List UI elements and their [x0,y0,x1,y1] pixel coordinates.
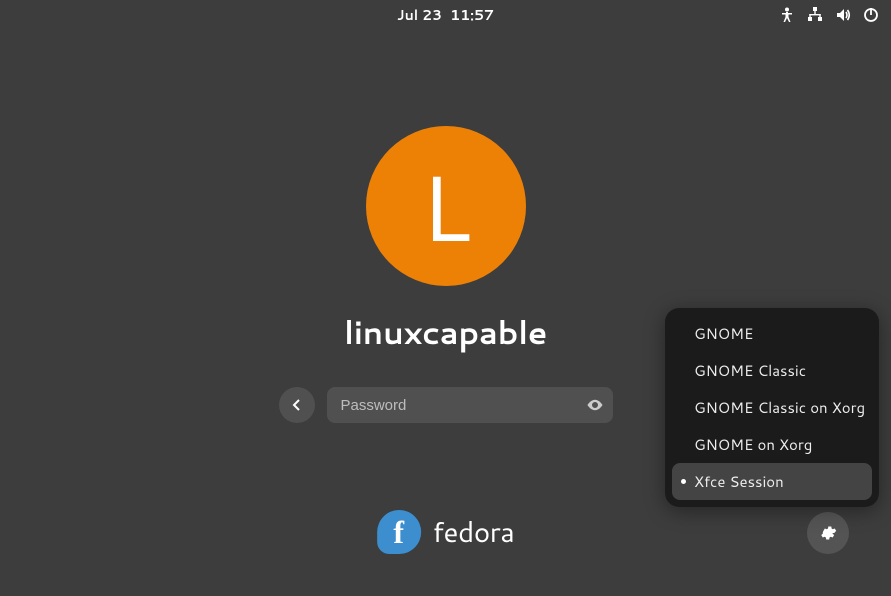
password-field-container [327,387,613,423]
session-item[interactable]: GNOME on Xorg [672,426,872,463]
network-icon[interactable] [807,7,823,23]
system-tray [779,0,879,30]
session-item[interactable]: GNOME Classic [672,352,872,389]
user-avatar: L [366,126,526,286]
session-item-label: GNOME Classic [694,360,806,381]
session-item[interactable]: GNOME Classic on Xorg [672,389,872,426]
session-item-label: GNOME [694,323,753,344]
session-settings-button[interactable] [807,512,849,554]
session-item-label: Xfce Session [694,471,784,492]
selected-dot-icon [681,479,686,484]
eye-icon [586,396,604,414]
fedora-logo-icon: f [377,510,421,554]
login-area: L linuxcapable [276,126,616,423]
gear-icon [819,524,837,542]
time-text: 11:57 [450,5,494,25]
date-text: Jul 23 [397,5,442,25]
volume-icon[interactable] [835,7,851,23]
distro-branding: f fedora [377,510,515,554]
datetime[interactable]: Jul 23 11:57 [397,5,494,25]
password-row [279,387,613,423]
chevron-left-icon [289,397,305,413]
avatar-initial: L [420,160,471,252]
back-button[interactable] [279,387,315,423]
top-panel: Jul 23 11:57 [0,0,891,30]
session-item[interactable]: Xfce Session [672,463,872,500]
reveal-password-button[interactable] [577,387,613,423]
accessibility-icon[interactable] [779,7,795,23]
session-menu: GNOME GNOME Classic GNOME Classic on Xorg G… [665,308,879,507]
fedora-f-glyph: f [393,514,404,551]
password-input[interactable] [327,387,577,423]
username-label: linuxcapable [344,310,547,355]
session-item[interactable]: GNOME [672,315,872,352]
session-item-label: GNOME Classic on Xorg [694,397,865,418]
session-item-label: GNOME on Xorg [694,434,812,455]
power-icon[interactable] [863,7,879,23]
distro-name: fedora [433,512,515,552]
